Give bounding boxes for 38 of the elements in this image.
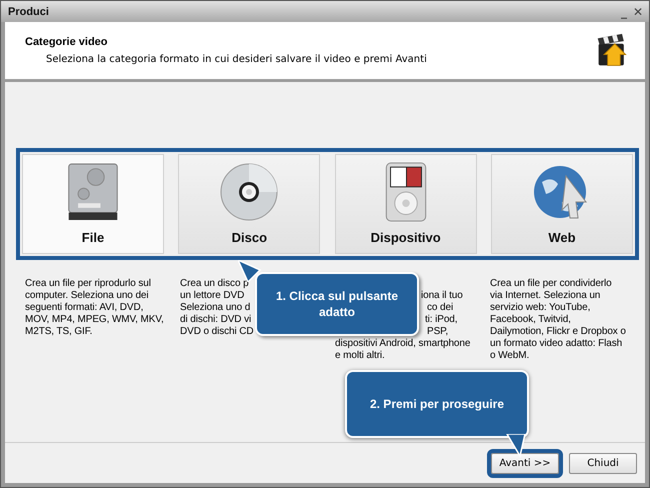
disc-icon: [219, 162, 280, 222]
description-text: Crea un file per condividerlo: [490, 278, 612, 290]
description-text: ti: iPod,: [425, 314, 458, 326]
description-text: co dei: [427, 302, 454, 314]
media-player-icon: [384, 162, 427, 222]
description-text: PSP,: [427, 326, 448, 338]
callout: 2. Premi per proseguire: [345, 370, 529, 438]
description-text: un lettore DVD: [180, 290, 244, 302]
category-tile[interactable]: Dispositivo: [334, 154, 477, 254]
description-text: seguenti formati: AVI, DVD,: [25, 302, 144, 314]
description-text: MOV, MP4, MPEG, WMV, MKV,: [25, 314, 164, 326]
minimize-button[interactable]: _: [618, 4, 629, 18]
description-text: e molti altri.: [335, 350, 385, 362]
category-tile[interactable]: Web: [490, 154, 633, 254]
description-text: di dischi: DVD vi: [180, 314, 252, 326]
description-text: DVD o dischi CD: [180, 326, 254, 338]
description-text: computer. Seleziona uno dei: [25, 290, 148, 302]
description-text: un formato video adatto: Flash: [490, 338, 622, 350]
header-title: Categorie video: [25, 36, 109, 48]
description-text: Facebook, Twitvid,: [490, 314, 571, 326]
description-text: iona il tuo: [421, 290, 463, 302]
description-text: servizio web: YouTube,: [490, 302, 590, 314]
callout: 1. Clicca sul pulsante adatto: [255, 272, 419, 336]
dialog-button[interactable]: Chiudi: [569, 452, 637, 474]
header-subtitle: Seleziona la categoria formato in cui desideri salvare il video e premi Avanti: [45, 54, 427, 65]
description-text: M2TS, TS, GIF.: [25, 326, 92, 338]
category-tile[interactable]: Disco: [178, 154, 320, 254]
window-title: Produci: [8, 6, 49, 18]
close-button[interactable]: ✕: [630, 4, 645, 18]
category-tile[interactable]: File: [22, 154, 164, 254]
description-text: dispositivi Android, smartphone: [335, 338, 470, 350]
description-text: Crea un disco p: [180, 278, 249, 290]
callout-pointer: [505, 434, 527, 458]
description-text: Seleziona uno d: [180, 302, 250, 314]
description-text: via Internet. Seleziona un: [490, 290, 600, 302]
description-text: o WebM.: [490, 350, 530, 362]
description-text: Crea un file per riprodurlo sul: [25, 278, 151, 290]
description-text: Dailymotion, Flickr e Dropbox o: [490, 326, 626, 338]
